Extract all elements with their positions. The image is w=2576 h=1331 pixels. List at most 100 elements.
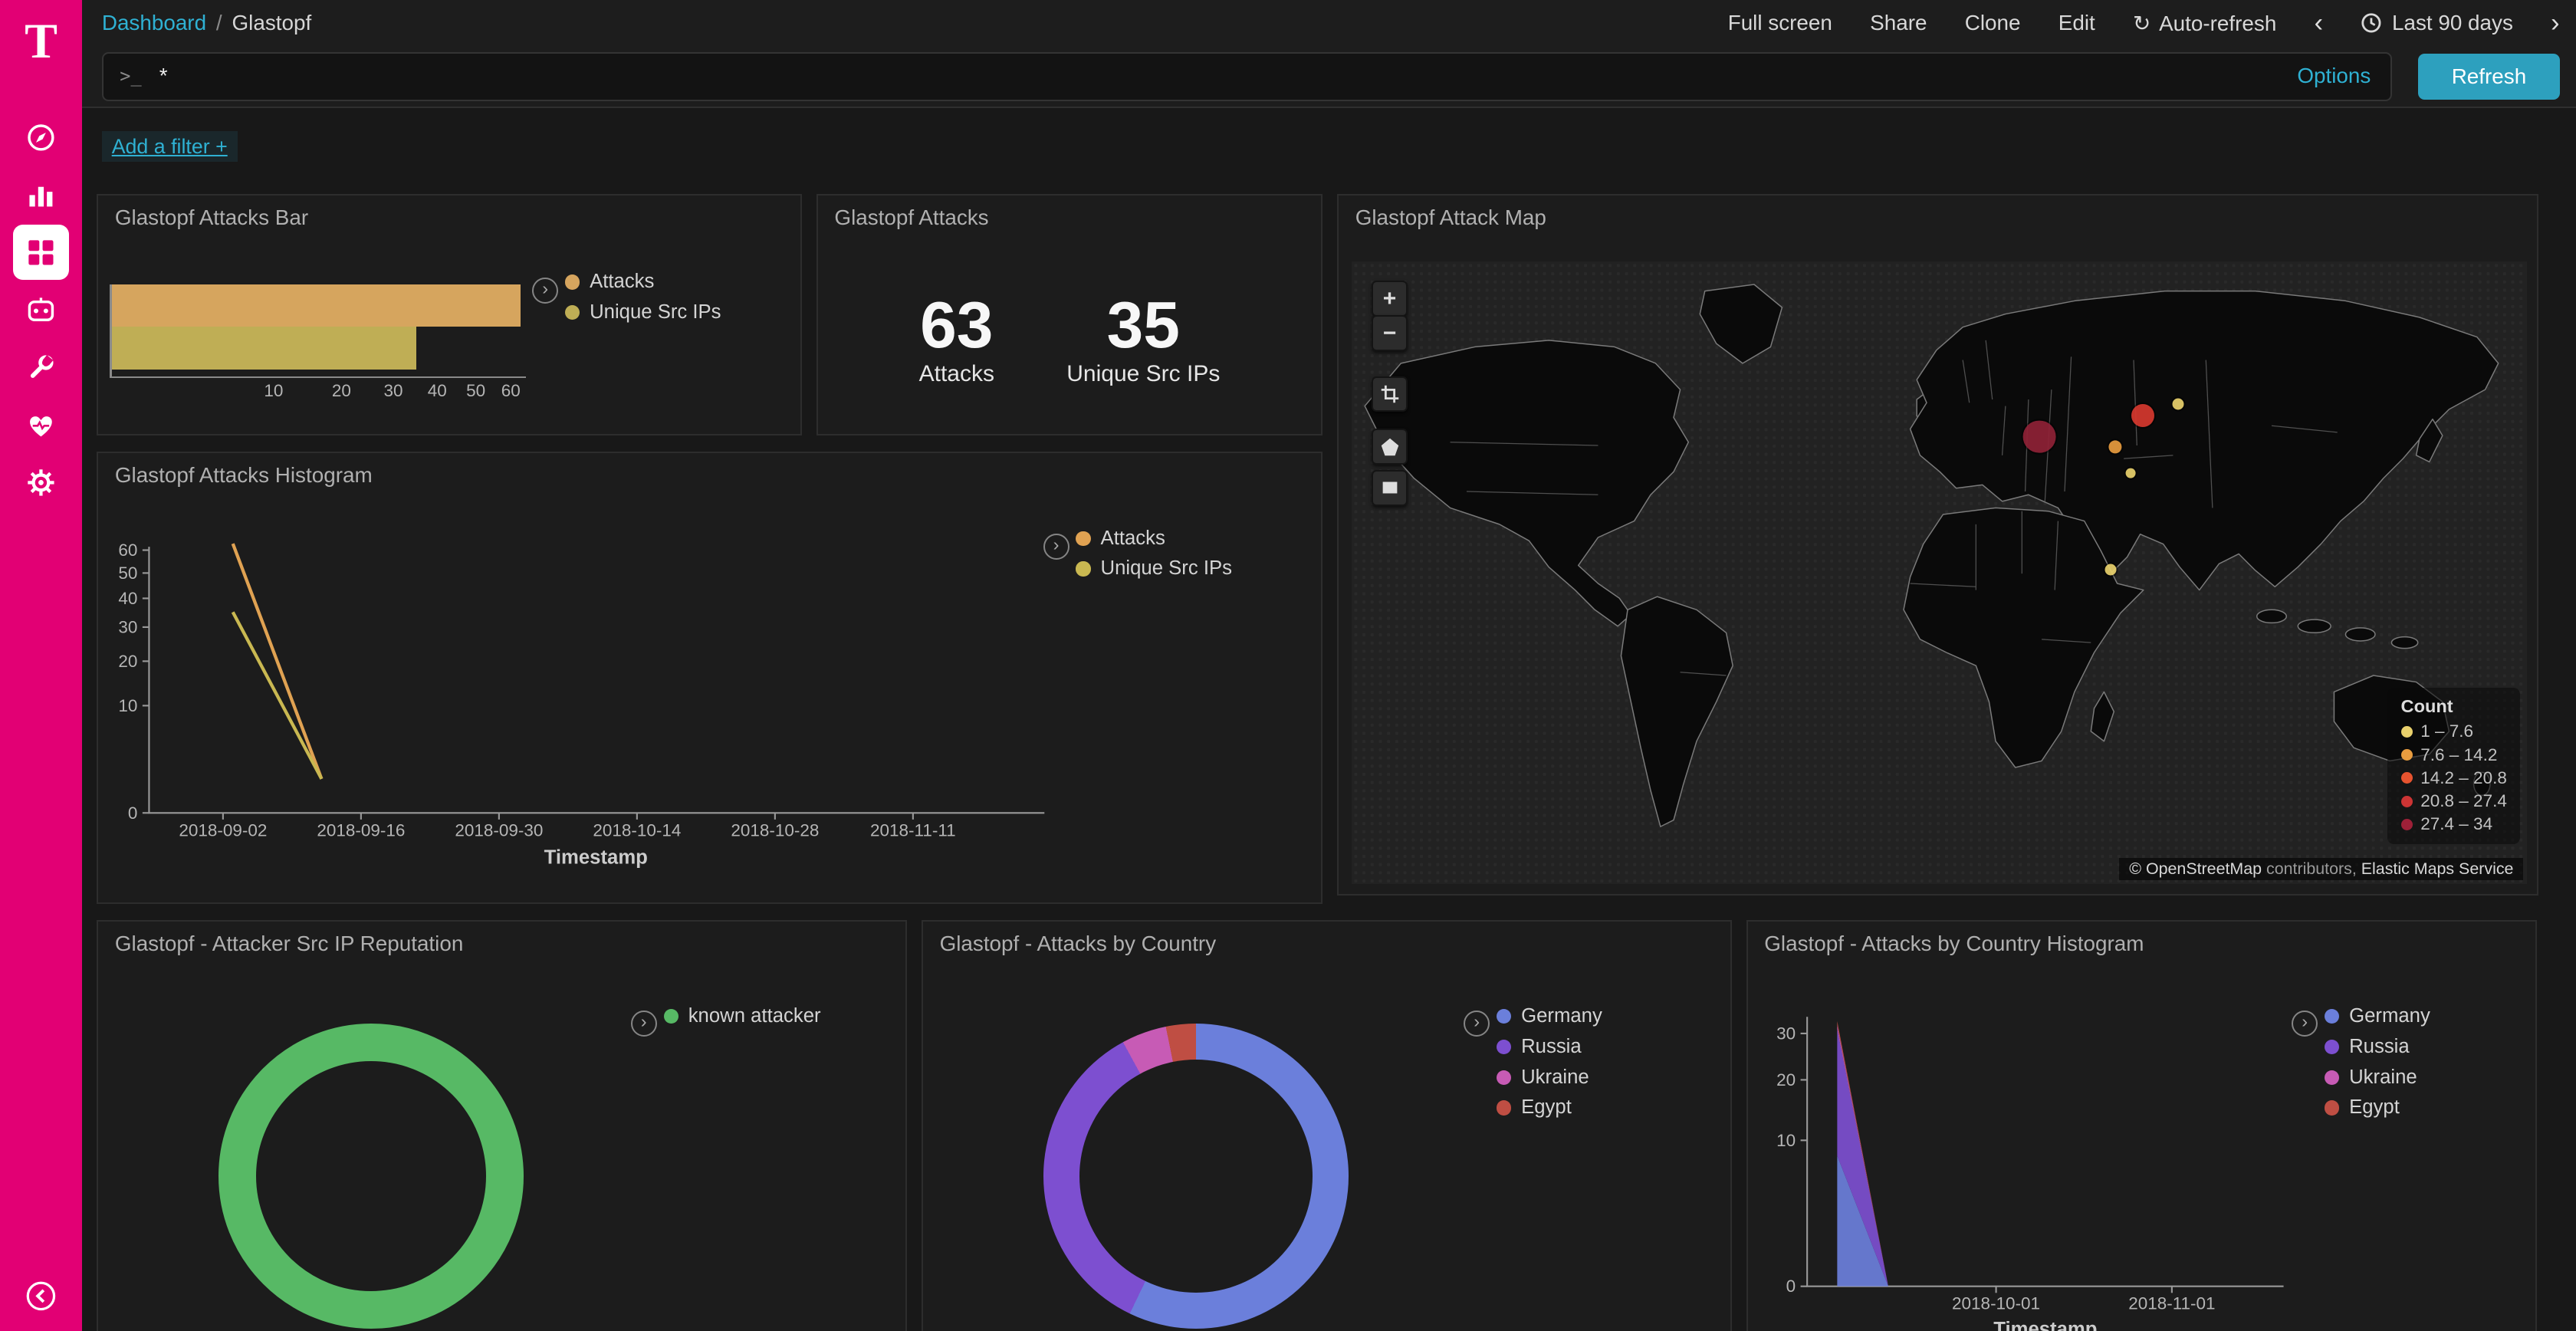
map-legend-title: Count: [2401, 696, 2507, 717]
sidebar-item-discover[interactable]: [0, 108, 82, 166]
attacks-histogram-chart[interactable]: 01020304050602018-09-022018-09-162018-09…: [98, 453, 1322, 902]
map-marker: [2126, 468, 2136, 478]
app-sidebar: T: [0, 0, 82, 1331]
series-line-attacks[interactable]: [233, 544, 322, 779]
metric-value: 63: [919, 291, 994, 360]
time-forward-chevron-icon[interactable]: [2551, 10, 2559, 36]
legend-item[interactable]: Russia: [1497, 1036, 1602, 1058]
y-tick-label: 20: [119, 652, 138, 671]
full-screen-button[interactable]: Full screen: [1728, 11, 1832, 35]
x-tick-label: 2018-11-01: [2128, 1294, 2215, 1313]
map-zoom-in-button[interactable]: [1372, 281, 1408, 317]
legend-item[interactable]: Unique Src IPs: [565, 301, 721, 324]
x-tick-label: 2018-10-01: [1952, 1294, 2040, 1313]
legend-label: Russia: [2349, 1036, 2410, 1058]
legend-item[interactable]: Ukraine: [2325, 1066, 2430, 1089]
axis-tick-label: 50: [459, 381, 492, 401]
map-rectangle-tool-button[interactable]: [1372, 470, 1408, 506]
map-marker: [2172, 399, 2183, 410]
world-map[interactable]: Count 1 – 7.67.6 – 14.214.2 – 20.820.8 –…: [1352, 261, 2526, 884]
map-legend-item: 14.2 – 20.8: [2401, 768, 2507, 788]
metric-group: 63 Attacks 35 Unique Src IPs: [818, 291, 1321, 387]
country-donut-chart[interactable]: [1043, 1024, 1349, 1329]
legend-item[interactable]: Unique Src IPs: [1076, 557, 1232, 580]
legend-item[interactable]: Egypt: [1497, 1096, 1602, 1119]
time-range-picker[interactable]: Last 90 days: [2361, 11, 2513, 35]
legend-color-dot: [2401, 749, 2413, 761]
sidebar-item-visualize[interactable]: [0, 166, 82, 223]
refresh-button[interactable]: Refresh: [2418, 54, 2559, 100]
map-marker: [2131, 404, 2154, 427]
map-polygon-tool-button[interactable]: [1372, 429, 1408, 465]
clone-button[interactable]: Clone: [1965, 11, 2021, 35]
x-tick-label: 2018-10-14: [593, 821, 682, 840]
map-crop-tool-button[interactable]: [1372, 376, 1408, 412]
breadcrumb: Dashboard/Glastopf: [102, 11, 311, 35]
visualize-bars-icon: [13, 167, 69, 223]
legend-color-dot: [2325, 1100, 2339, 1115]
sidebar-item-timelion[interactable]: [0, 281, 82, 338]
country-histogram-chart[interactable]: 01020302018-10-012018-11-01Timestamp: [1748, 922, 2537, 1331]
osm-link[interactable]: © OpenStreetMap: [2129, 859, 2262, 878]
legend-color-dot: [2401, 772, 2413, 784]
legend-item[interactable]: Russia: [2325, 1036, 2430, 1058]
legend-label: 1 – 7.6: [2420, 721, 2473, 741]
x-tick-label: 2018-09-30: [455, 821, 544, 840]
sidebar-item-monitoring[interactable]: [0, 396, 82, 453]
legend-item[interactable]: Egypt: [2325, 1096, 2430, 1119]
map-zoom-out-button[interactable]: [1372, 315, 1408, 351]
x-tick-label: 2018-11-11: [870, 821, 956, 840]
polygon-icon: [1378, 435, 1401, 458]
legend-toggle-icon[interactable]: [1464, 1011, 1490, 1037]
main-area: Dashboard/Glastopf Full screen Share Clo…: [82, 0, 2576, 1331]
map-attribution: © OpenStreetMap contributors, Elastic Ma…: [2119, 858, 2523, 880]
map-legend-item: 1 – 7.6: [2401, 721, 2507, 741]
y-tick-label: 10: [1776, 1131, 1796, 1150]
axis-tick-label: 40: [421, 381, 454, 401]
legend-color-dot: [2325, 1009, 2339, 1024]
legend-toggle-icon[interactable]: [2292, 1011, 2318, 1037]
robot-face-icon: [13, 282, 69, 338]
legend-toggle-icon[interactable]: [1043, 534, 1070, 560]
legend-item[interactable]: Attacks: [565, 271, 721, 293]
time-range-label: Last 90 days: [2392, 11, 2513, 35]
edit-button[interactable]: Edit: [2058, 11, 2095, 35]
query-options-link[interactable]: Options: [2297, 64, 2371, 88]
telekom-logo: T: [0, 7, 82, 76]
sidebar-item-dashboard[interactable]: [0, 223, 82, 281]
search-input[interactable]: >_ * Options: [102, 52, 2392, 101]
axis-tick-label: 60: [495, 381, 527, 401]
legend-color-dot: [1497, 1070, 1511, 1085]
legend-item[interactable]: known attacker: [664, 1005, 821, 1027]
map-legend-rows: 1 – 7.67.6 – 14.214.2 – 20.820.8 – 27.42…: [2401, 721, 2507, 834]
auto-refresh-button[interactable]: Auto-refresh: [2133, 11, 2276, 36]
legend-label: Germany: [2349, 1005, 2430, 1027]
legend-item[interactable]: Ukraine: [1497, 1066, 1602, 1089]
panel-attacks-histogram: Glastopf Attacks Histogram 0102030405060…: [97, 452, 1322, 903]
time-back-chevron-icon[interactable]: [2315, 10, 2323, 36]
ems-link[interactable]: Elastic Maps Service: [2361, 859, 2514, 878]
legend-label: Attacks: [590, 271, 654, 293]
legend-item[interactable]: Germany: [1497, 1005, 1602, 1027]
sidebar-item-dev-tools[interactable]: [0, 338, 82, 396]
sidebar-collapse-button[interactable]: [0, 1272, 82, 1321]
donut-hole: [1079, 1060, 1313, 1293]
crop-icon: [1378, 383, 1401, 406]
share-button[interactable]: Share: [1870, 11, 1927, 35]
legend-toggle-icon[interactable]: [532, 278, 558, 304]
legend-toggle-icon[interactable]: [631, 1011, 657, 1037]
reputation-donut-chart[interactable]: [219, 1024, 524, 1329]
breadcrumb-dashboard-link[interactable]: Dashboard: [102, 11, 206, 35]
sidebar-item-management[interactable]: [0, 453, 82, 511]
add-filter-link[interactable]: Add a filter +: [102, 131, 238, 162]
bar-unique-src-ips[interactable]: [110, 327, 416, 370]
legend-item[interactable]: Germany: [2325, 1005, 2430, 1027]
legend-label: Unique Src IPs: [590, 301, 721, 324]
bar-attacks[interactable]: [110, 284, 521, 327]
metric-attacks: 63 Attacks: [919, 291, 994, 387]
legend-color-dot: [565, 305, 580, 320]
legend-label: Egypt: [2349, 1096, 2400, 1119]
series-line-unique-src-ips[interactable]: [233, 613, 322, 779]
legend-color-dot: [2325, 1070, 2339, 1085]
legend-item[interactable]: Attacks: [1076, 527, 1232, 550]
